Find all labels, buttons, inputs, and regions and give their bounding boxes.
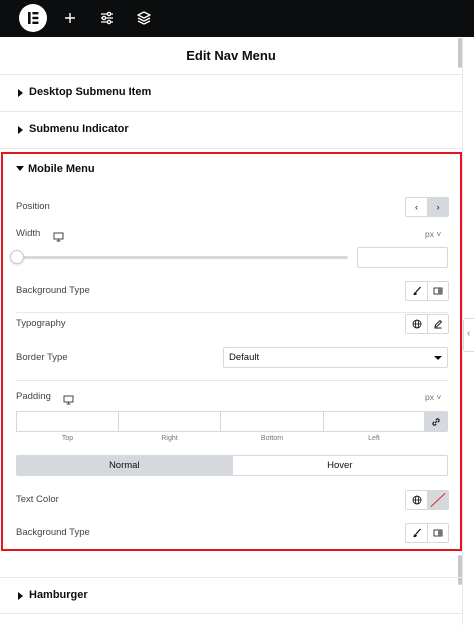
section-desktop-submenu-item[interactable]: Desktop Submenu Item bbox=[0, 75, 462, 112]
width-label: Width bbox=[16, 228, 41, 239]
text-color-label: Text Color bbox=[16, 494, 59, 505]
padding-bottom-label: Bottom bbox=[260, 435, 284, 442]
section-submenu-indicator[interactable]: Submenu Indicator bbox=[0, 112, 462, 149]
padding-top-input[interactable] bbox=[16, 411, 119, 432]
width-slider-track[interactable] bbox=[16, 256, 348, 259]
layers-icon[interactable] bbox=[135, 9, 153, 27]
padding-left-input[interactable] bbox=[323, 411, 425, 432]
caret-right-icon bbox=[18, 592, 23, 600]
width-unit-selector[interactable]: px ˅ bbox=[425, 229, 441, 239]
background-type-label: Background Type bbox=[16, 285, 90, 296]
section-hamburger[interactable]: Hamburger bbox=[0, 577, 462, 614]
caret-down-icon[interactable] bbox=[16, 166, 24, 171]
brush-icon[interactable] bbox=[406, 524, 427, 542]
position-control: ‹ › bbox=[405, 197, 449, 217]
globe-icon[interactable] bbox=[406, 315, 427, 333]
padding-bottom-input[interactable] bbox=[220, 411, 324, 432]
width-unit-label: px bbox=[425, 229, 434, 239]
padding-left-label: Left bbox=[368, 435, 380, 442]
position-label: Position bbox=[16, 201, 50, 212]
section-title: Hamburger bbox=[29, 589, 88, 601]
brush-icon[interactable] bbox=[406, 282, 427, 300]
section-mobile-menu-title[interactable]: Mobile Menu bbox=[28, 163, 95, 175]
padding-dimensions bbox=[16, 411, 448, 432]
section-title: Submenu Indicator bbox=[29, 123, 129, 135]
chevron-left-icon: ‹ bbox=[467, 328, 471, 339]
desktop-icon[interactable] bbox=[63, 392, 74, 410]
tab-hover[interactable]: Hover bbox=[231, 456, 447, 475]
section-title: Desktop Submenu Item bbox=[29, 86, 152, 98]
typography-control bbox=[405, 314, 449, 334]
chevron-down-icon bbox=[434, 356, 442, 360]
caret-right-icon bbox=[18, 126, 23, 134]
border-type-select[interactable]: Default bbox=[223, 347, 448, 368]
pencil-icon[interactable] bbox=[427, 315, 448, 333]
text-color-control bbox=[405, 490, 449, 510]
padding-unit-label: px bbox=[425, 392, 434, 402]
collapse-panel-button[interactable]: ‹ bbox=[463, 318, 474, 352]
width-slider-handle[interactable] bbox=[10, 250, 24, 264]
link-icon[interactable] bbox=[424, 411, 448, 432]
no-color-swatch-icon[interactable] bbox=[427, 491, 448, 509]
typography-label: Typography bbox=[16, 318, 66, 329]
caret-right-icon bbox=[18, 89, 23, 97]
scrollbar-thumb[interactable] bbox=[458, 38, 462, 68]
elementor-logo-icon[interactable] bbox=[19, 4, 47, 32]
divider bbox=[16, 312, 448, 313]
gradient-icon[interactable] bbox=[427, 524, 448, 542]
padding-unit-selector[interactable]: px ˅ bbox=[425, 392, 441, 402]
gradient-icon[interactable] bbox=[427, 282, 448, 300]
divider bbox=[16, 380, 448, 381]
width-number-input[interactable] bbox=[357, 247, 448, 268]
border-type-value: Default bbox=[229, 352, 260, 363]
padding-label: Padding bbox=[16, 391, 51, 402]
panel-title: Edit Nav Menu bbox=[0, 37, 462, 75]
background-type-control bbox=[405, 281, 449, 301]
position-right-button[interactable]: › bbox=[427, 198, 448, 216]
plus-icon[interactable] bbox=[61, 9, 79, 27]
globe-icon[interactable] bbox=[406, 491, 427, 509]
sliders-icon[interactable] bbox=[98, 9, 116, 27]
editor-topbar bbox=[0, 0, 474, 37]
padding-top-label: Top bbox=[61, 435, 74, 442]
padding-right-label: Right bbox=[161, 435, 178, 442]
border-type-label: Border Type bbox=[16, 352, 68, 363]
position-left-button[interactable]: ‹ bbox=[406, 198, 427, 216]
state-tabs: Normal Hover bbox=[16, 455, 448, 476]
background-type-control-2 bbox=[405, 523, 449, 543]
background-type-label-hover: Background Type bbox=[16, 527, 90, 538]
tab-normal[interactable]: Normal bbox=[17, 456, 232, 475]
padding-right-input[interactable] bbox=[118, 411, 221, 432]
desktop-icon[interactable] bbox=[53, 229, 64, 247]
